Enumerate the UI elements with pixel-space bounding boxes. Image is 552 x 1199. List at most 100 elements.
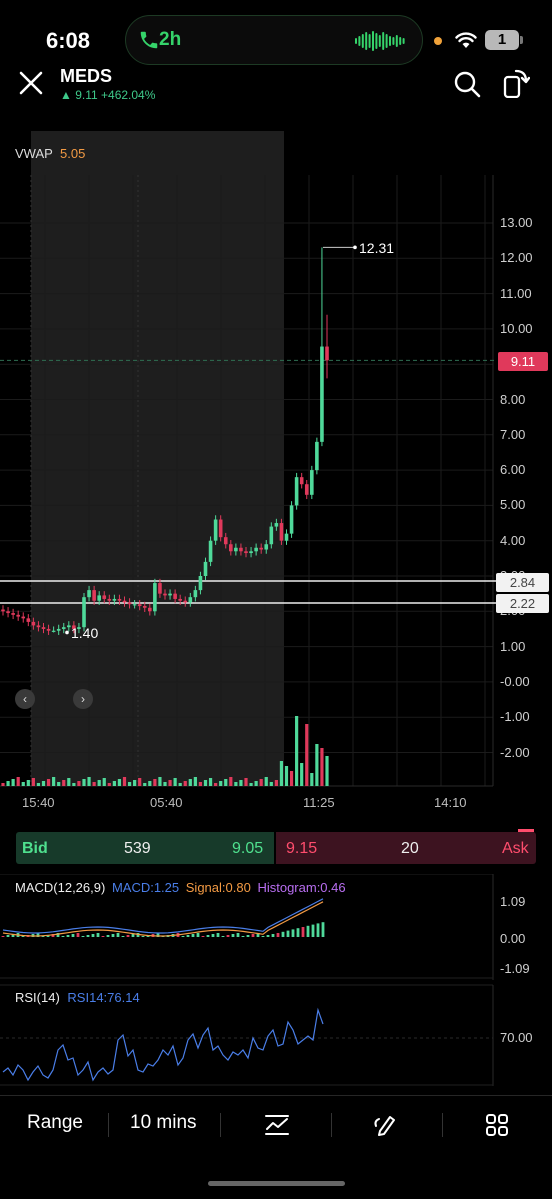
rotate-screen-icon[interactable]	[502, 68, 530, 98]
volume-bar	[274, 780, 278, 786]
histogram-bar	[66, 935, 70, 937]
macd-title: MACD(12,26,9)	[15, 880, 106, 895]
y-tick: 10.00	[500, 320, 533, 336]
drawing-tool-icon[interactable]	[373, 1112, 399, 1138]
candle-body	[92, 590, 96, 601]
level-line-tag-upper[interactable]: 2.84	[496, 573, 549, 592]
candle-body	[132, 604, 137, 606]
waveform-bar	[378, 35, 381, 47]
candle-body	[26, 618, 31, 622]
histogram-bar	[316, 923, 320, 937]
volume-bar	[208, 778, 213, 786]
y-tick: -0.00	[500, 673, 530, 689]
histogram-bar	[201, 936, 205, 937]
level-line-tag-lower[interactable]: 2.22	[496, 594, 549, 613]
macd-legend: MACD(12,26,9) MACD:1.25 Signal:0.80 Hist…	[15, 880, 346, 895]
volume-bar	[21, 782, 25, 786]
dynamic-island-call[interactable]: 2h	[125, 15, 423, 65]
volume-bar	[193, 777, 197, 786]
candle-body	[102, 595, 107, 599]
y-tick: 11.00	[500, 285, 532, 301]
histogram-bar	[296, 928, 300, 937]
y-tick: 13.00	[500, 215, 533, 230]
volume-bar	[133, 780, 137, 786]
price-change: ▲ 9.11 +462.04%	[60, 88, 156, 102]
histogram-bar	[121, 936, 125, 937]
histogram-bar	[91, 934, 95, 937]
macd-tick: -1.09	[500, 961, 530, 976]
histogram-bar	[226, 935, 230, 937]
volume-bar	[62, 780, 66, 786]
toolbar-divider	[442, 1113, 443, 1137]
volume-bar	[153, 779, 157, 786]
candle-body	[127, 602, 132, 605]
histogram-bar	[291, 929, 295, 937]
vwap-value: 5.05	[60, 146, 86, 161]
volume-bar	[203, 780, 208, 786]
waveform-bar	[385, 34, 388, 48]
histogram-bar	[1, 936, 5, 937]
y-tick: 8.00	[500, 391, 526, 407]
y-tick: 7.00	[500, 426, 526, 442]
rsi-value: RSI14:76.14	[67, 990, 140, 1005]
volume-bar	[188, 779, 192, 786]
toolbar-divider	[220, 1113, 221, 1137]
volume-bar	[219, 781, 223, 786]
interval-button[interactable]: 10 mins	[130, 1112, 197, 1134]
indicator-chart-icon[interactable]	[264, 1113, 290, 1137]
candle-body	[137, 604, 142, 607]
volume-bar	[97, 780, 101, 786]
ask-label: Ask	[502, 840, 529, 857]
candle-body	[188, 597, 193, 603]
volume-bar	[26, 780, 30, 786]
histogram-value: Histogram:0.46	[257, 880, 346, 895]
grid-menu-icon[interactable]	[485, 1113, 509, 1137]
volume-bar	[183, 781, 187, 786]
candle-body	[304, 484, 309, 495]
signal-value: Signal:0.80	[185, 880, 251, 895]
volume-bar	[82, 779, 86, 786]
histogram-bar	[126, 935, 130, 937]
low-price-callout: 1.40	[71, 625, 99, 641]
candle-body	[223, 537, 228, 545]
waveform-bar	[372, 31, 374, 51]
volume-bar	[168, 780, 172, 786]
chevron-left-icon[interactable]: ‹	[15, 689, 35, 709]
battery-indicator: 1	[485, 30, 519, 50]
close-icon[interactable]	[16, 68, 46, 98]
volume-bar	[117, 779, 122, 786]
price-chart[interactable]	[0, 125, 552, 825]
chevron-right-icon[interactable]: ›	[73, 689, 93, 709]
volume-bar	[320, 748, 324, 786]
histogram-bar	[286, 930, 290, 937]
candle-body	[259, 547, 263, 550]
candle-body	[11, 613, 15, 615]
candle-body	[325, 346, 329, 361]
waveform-bar	[382, 32, 385, 50]
histogram-bar	[251, 934, 255, 937]
candle-body	[173, 593, 177, 599]
candle-body	[1, 609, 5, 612]
volume-bar	[138, 778, 142, 786]
candle-body	[193, 590, 198, 598]
range-button[interactable]: Range	[27, 1112, 83, 1134]
histogram-bar	[281, 931, 285, 937]
histogram-bar	[186, 935, 190, 937]
volume-bar	[284, 766, 289, 786]
bid-label: Bid	[22, 840, 48, 857]
volume-bar	[244, 778, 248, 786]
premarket-shade	[31, 131, 284, 786]
volume-bar	[249, 783, 253, 786]
volume-bar	[178, 783, 182, 786]
toolbar-divider	[108, 1113, 109, 1137]
candle-body	[208, 540, 213, 562]
waveform-bar	[365, 32, 368, 50]
volume-bar	[143, 783, 147, 786]
x-tick: 05:40	[150, 795, 183, 810]
histogram-bar	[71, 934, 75, 937]
histogram-bar	[311, 924, 315, 937]
waveform-bar	[361, 34, 364, 48]
candle-body	[274, 523, 279, 527]
search-icon[interactable]	[453, 70, 481, 98]
histogram-bar	[76, 933, 80, 937]
